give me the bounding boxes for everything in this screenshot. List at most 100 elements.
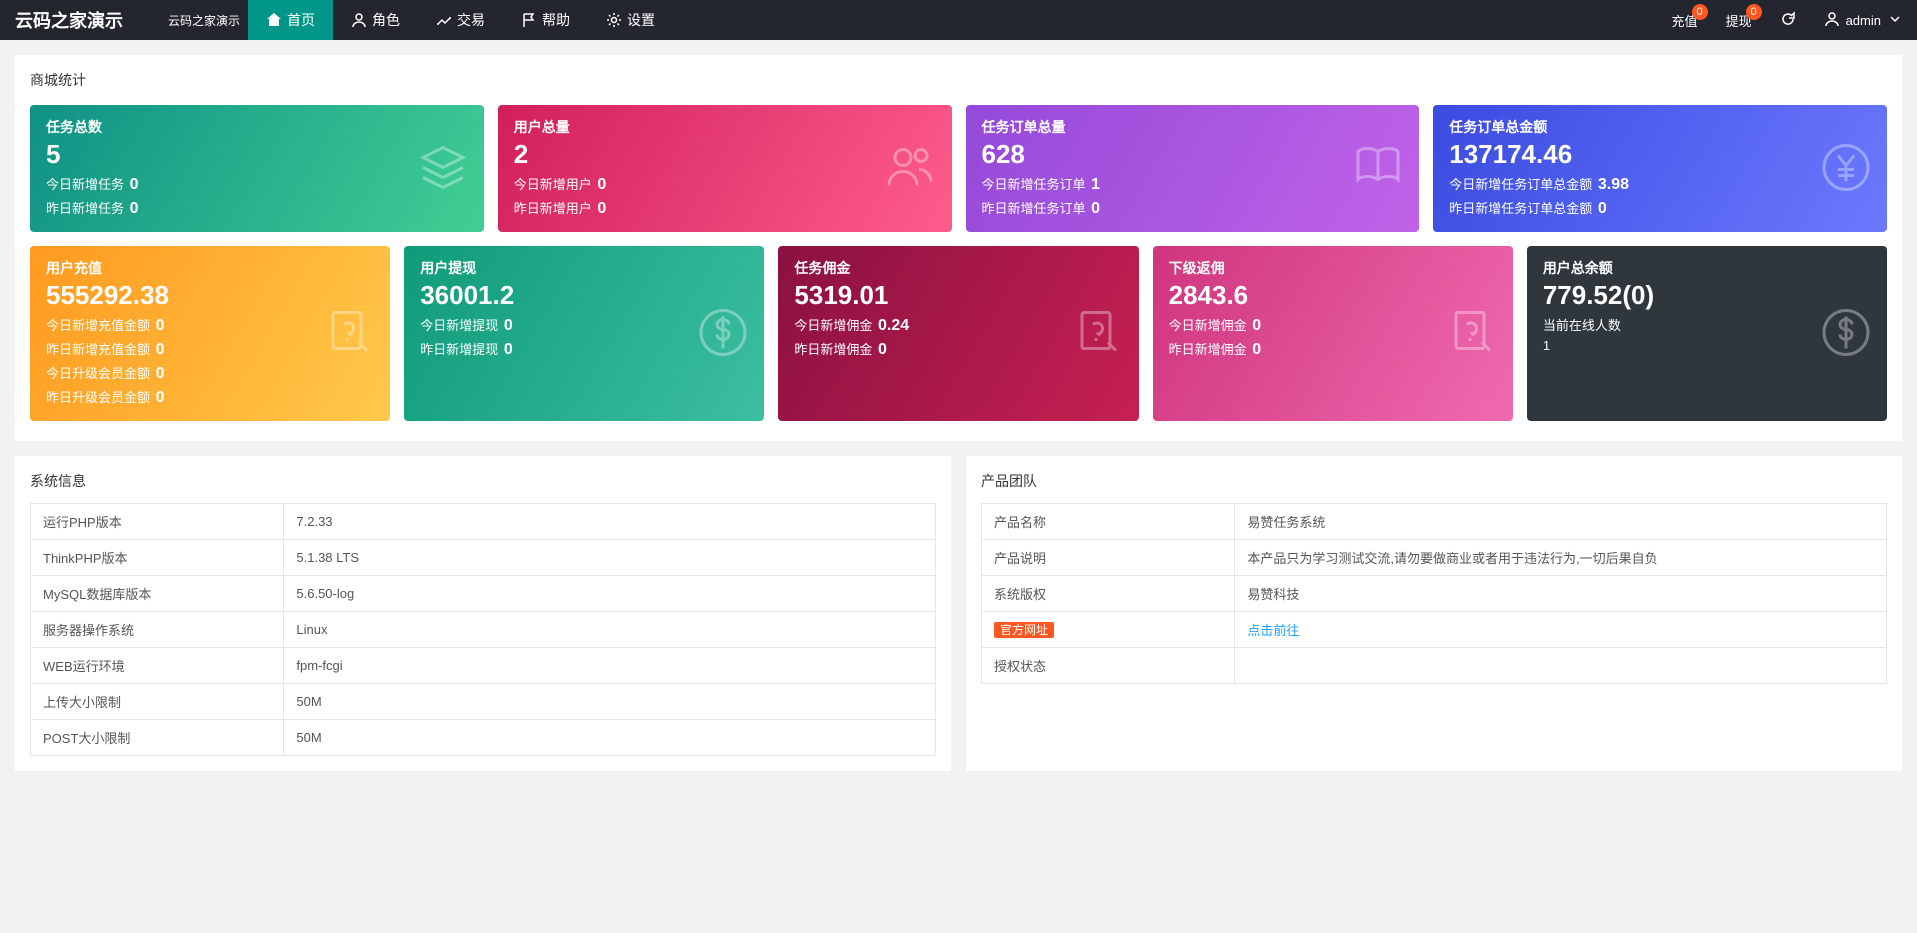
flag-icon bbox=[521, 12, 537, 28]
stat-line: 今日新增任务订单总金额 3.98 bbox=[1449, 174, 1871, 194]
cell-val: 易赞任务系统 bbox=[1235, 504, 1887, 540]
cell-key: MySQL数据库版本 bbox=[31, 576, 284, 612]
stat-card[interactable]: 任务总数5今日新增任务 0昨日新增任务 0 bbox=[30, 105, 484, 232]
nav-label: 角色 bbox=[372, 10, 400, 30]
users-icon bbox=[885, 141, 937, 196]
stat-value: 628 bbox=[982, 139, 1404, 170]
header-right: 充值 0 提现 0 admin bbox=[1658, 0, 1917, 40]
stat-card[interactable]: 任务订单总量628 今日新增任务订单 1 昨日新增任务订单 0 bbox=[966, 105, 1420, 232]
stat-title: 下级返佣 bbox=[1169, 258, 1497, 278]
dollar-icon bbox=[1820, 306, 1872, 361]
official-link[interactable]: 点击前往 bbox=[1247, 623, 1299, 638]
cell-key: 上传大小限制 bbox=[31, 684, 284, 720]
table-row: 运行PHP版本7.2.33 bbox=[31, 504, 936, 540]
trade-icon bbox=[436, 12, 452, 28]
table-row: 服务器操作系统Linux bbox=[31, 612, 936, 648]
cell-val: fpm-fcgi bbox=[284, 648, 936, 684]
stats-row-2: 用户充值555292.38今日新增充值金额 0昨日新增充值金额 0今日升级会员金… bbox=[23, 246, 1894, 421]
table-row: POST大小限制50M bbox=[31, 720, 936, 756]
cell-val: 7.2.33 bbox=[284, 504, 936, 540]
stat-title: 用户充值 bbox=[46, 258, 374, 278]
book-icon bbox=[1352, 141, 1404, 196]
stat-card[interactable]: 用户总余额779.52(0)当前在线人数1 bbox=[1527, 246, 1887, 421]
refresh-icon bbox=[1780, 11, 1796, 30]
nav-item[interactable]: 交易 bbox=[418, 0, 503, 40]
stats-card: 商城统计 任务总数5今日新增任务 0昨日新增任务 0用户总量2今日新增用户 0昨… bbox=[15, 55, 1902, 441]
cell-val: Linux bbox=[284, 612, 936, 648]
stat-line: 昨日新增任务订单 0 bbox=[982, 198, 1404, 218]
cell-key: 产品说明 bbox=[982, 540, 1235, 576]
stat-title: 任务总数 bbox=[46, 117, 468, 137]
stat-card[interactable]: 下级返佣2843.6今日新增佣金 0昨日新增佣金 0 bbox=[1153, 246, 1513, 421]
user-name: admin bbox=[1846, 13, 1881, 28]
app-logo: 云码之家演示 bbox=[0, 7, 160, 33]
main-nav: 首页 角色 交易帮助 设置 bbox=[248, 0, 673, 40]
stat-title: 任务订单总量 bbox=[982, 117, 1404, 137]
yen-icon bbox=[1820, 141, 1872, 196]
product-table: 产品名称易赞任务系统产品说明本产品只为学习测试交流,请勿要做商业或者用于违法行为… bbox=[981, 503, 1887, 684]
user-menu[interactable]: admin bbox=[1810, 0, 1917, 40]
recharge-badge: 0 bbox=[1692, 4, 1708, 20]
doc-icon bbox=[1072, 306, 1124, 361]
cell-val: 易赞科技 bbox=[1235, 576, 1887, 612]
stat-value: 137174.46 bbox=[1449, 139, 1871, 170]
stat-card[interactable]: 任务佣金5319.01今日新增佣金 0.24昨日新增佣金 0 bbox=[778, 246, 1138, 421]
stat-title: 用户总量 bbox=[514, 117, 936, 137]
doc-icon bbox=[1446, 306, 1498, 361]
cell-key: 服务器操作系统 bbox=[31, 612, 284, 648]
table-row: WEB运行环境fpm-fcgi bbox=[31, 648, 936, 684]
user-icon bbox=[351, 12, 367, 28]
stat-value: 2 bbox=[514, 139, 936, 170]
stat-line: 今日升级会员金额 0 bbox=[46, 363, 374, 383]
cell-key: 官方网址 bbox=[982, 612, 1235, 648]
withdraw-button[interactable]: 提现 0 bbox=[1712, 0, 1766, 40]
sysinfo-panel: 系统信息 运行PHP版本7.2.33ThinkPHP版本5.1.38 LTSMy… bbox=[15, 456, 951, 771]
stats-row-1: 任务总数5今日新增任务 0昨日新增任务 0用户总量2今日新增用户 0昨日新增用户… bbox=[23, 105, 1894, 232]
stat-line: 昨日升级会员金额 0 bbox=[46, 387, 374, 407]
sysinfo-title: 系统信息 bbox=[30, 471, 936, 491]
stack-icon bbox=[417, 141, 469, 196]
nav-label: 首页 bbox=[287, 10, 315, 30]
doc-icon bbox=[323, 306, 375, 361]
cell-val: 本产品只为学习测试交流,请勿要做商业或者用于违法行为,一切后果自负 bbox=[1235, 540, 1887, 576]
nav-item[interactable]: 角色 bbox=[333, 0, 418, 40]
tag: 官方网址 bbox=[994, 622, 1054, 638]
stat-line: 今日新增任务订单 1 bbox=[982, 174, 1404, 194]
stat-line: 今日新增任务 0 bbox=[46, 174, 468, 194]
stat-card[interactable]: 用户提现36001.2今日新增提现 0昨日新增提现 0 bbox=[404, 246, 764, 421]
cell-key: WEB运行环境 bbox=[31, 648, 284, 684]
cell-val bbox=[1235, 648, 1887, 684]
cell-val: 点击前往 bbox=[1235, 612, 1887, 648]
table-row: 产品说明本产品只为学习测试交流,请勿要做商业或者用于违法行为,一切后果自负 bbox=[982, 540, 1887, 576]
home-icon bbox=[266, 12, 282, 28]
stat-card[interactable]: 用户充值555292.38今日新增充值金额 0昨日新增充值金额 0今日升级会员金… bbox=[30, 246, 390, 421]
table-row: 上传大小限制50M bbox=[31, 684, 936, 720]
stat-title: 用户提现 bbox=[420, 258, 748, 278]
cell-val: 5.6.50-log bbox=[284, 576, 936, 612]
table-row: 系统版权易赞科技 bbox=[982, 576, 1887, 612]
cell-key: 产品名称 bbox=[982, 504, 1235, 540]
nav-label: 设置 bbox=[627, 10, 655, 30]
stat-title: 任务订单总金额 bbox=[1449, 117, 1871, 137]
nav-item[interactable]: 帮助 bbox=[503, 0, 588, 40]
table-row: 产品名称易赞任务系统 bbox=[982, 504, 1887, 540]
user-icon bbox=[1824, 11, 1840, 30]
product-title: 产品团队 bbox=[981, 471, 1887, 491]
cell-val: 50M bbox=[284, 684, 936, 720]
table-row: 授权状态 bbox=[982, 648, 1887, 684]
stat-line: 昨日新增任务 0 bbox=[46, 198, 468, 218]
gear-icon bbox=[606, 12, 622, 28]
nav-label: 交易 bbox=[457, 10, 485, 30]
stat-title: 任务佣金 bbox=[794, 258, 1122, 278]
stat-card[interactable]: 用户总量2今日新增用户 0昨日新增用户 0 bbox=[498, 105, 952, 232]
refresh-button[interactable] bbox=[1766, 0, 1810, 40]
stat-card[interactable]: 任务订单总金额137174.46今日新增任务订单总金额 3.98昨日新增任务订单… bbox=[1433, 105, 1887, 232]
dollar-icon bbox=[697, 306, 749, 361]
nav-item[interactable]: 设置 bbox=[588, 0, 673, 40]
nav-item[interactable]: 首页 bbox=[248, 0, 333, 40]
cell-key: 运行PHP版本 bbox=[31, 504, 284, 540]
sysinfo-table: 运行PHP版本7.2.33ThinkPHP版本5.1.38 LTSMySQL数据… bbox=[30, 503, 936, 756]
recharge-button[interactable]: 充值 0 bbox=[1658, 0, 1712, 40]
table-row: MySQL数据库版本5.6.50-log bbox=[31, 576, 936, 612]
cell-key: 授权状态 bbox=[982, 648, 1235, 684]
